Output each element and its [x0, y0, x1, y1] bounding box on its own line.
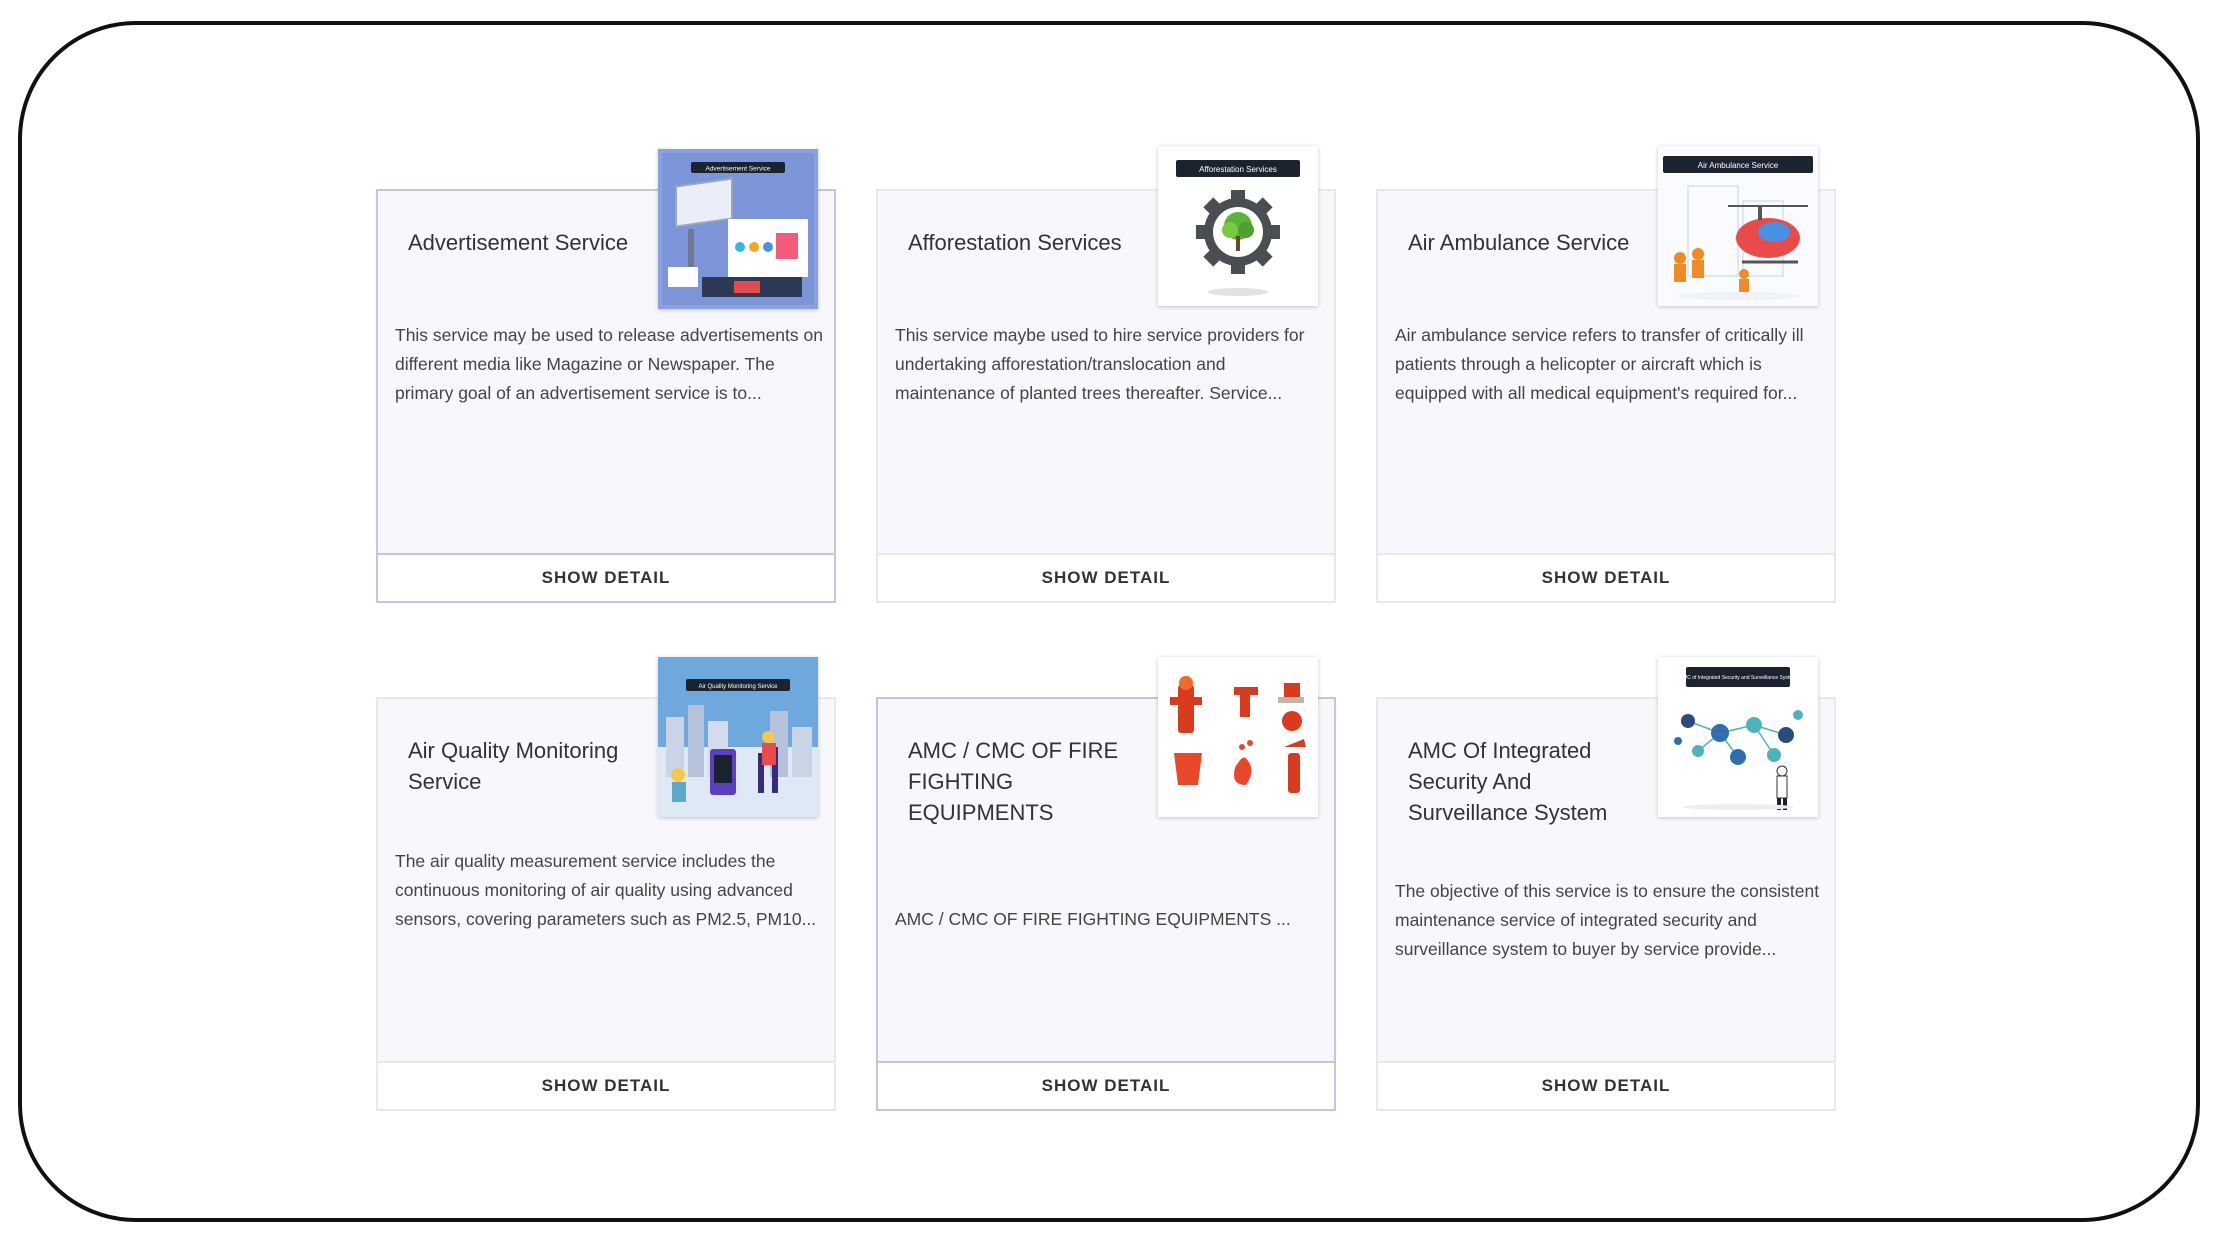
service-description: AMC / CMC OF FIRE FIGHTING EQUIPMENTS ..… [895, 909, 1291, 929]
show-detail-button[interactable]: SHOW DETAIL [876, 553, 1336, 603]
service-title: Afforestation Services [908, 230, 1122, 255]
city-air-monitor-icon: Air Quality Monitoring Service [658, 657, 818, 817]
show-detail-button[interactable]: SHOW DETAIL [876, 1061, 1336, 1111]
fire-fighting-service-image [1158, 657, 1318, 817]
service-title: AMC / CMC OF FIRE FIGHTING EQUIPMENTS [908, 738, 1119, 825]
helicopter-icon: Air Ambulance Service [1658, 146, 1818, 306]
svg-text:AMC of Integrated Security and: AMC of Integrated Security and Surveilla… [1680, 675, 1796, 681]
show-detail-button[interactable]: SHOW DETAIL [1376, 1061, 1836, 1111]
service-description: This service may be used to release adve… [395, 325, 823, 403]
fire-equipment-icon [1158, 657, 1318, 817]
show-detail-button[interactable]: SHOW DETAIL [376, 1061, 836, 1111]
svg-text:Air Quality Monitoring Service: Air Quality Monitoring Service [698, 684, 778, 690]
air-quality-service-image: Air Quality Monitoring Service [658, 657, 818, 817]
svg-text:Air Ambulance Service: Air Ambulance Service [1698, 161, 1779, 170]
service-description: The objective of this service is to ensu… [1395, 881, 1820, 959]
svg-text:Afforestation Services: Afforestation Services [1199, 165, 1277, 174]
billboard-advertisement-icon: Advertisement Service [658, 149, 818, 309]
show-detail-button[interactable]: SHOW DETAIL [376, 553, 836, 603]
security-surveillance-service-image: AMC of Integrated Security and Surveilla… [1658, 657, 1818, 817]
service-description: The air quality measurement service incl… [395, 851, 817, 929]
service-title: Advertisement Service [408, 230, 629, 255]
security-network-icon: AMC of Integrated Security and Surveilla… [1658, 657, 1818, 817]
afforestation-service-image: Afforestation Services [1158, 146, 1318, 306]
service-title: Air Ambulance Service [1408, 230, 1630, 255]
page-frame: Advertisement Service This service may b… [18, 21, 2200, 1222]
show-detail-button[interactable]: SHOW DETAIL [1376, 553, 1836, 603]
service-title: Air Quality Monitoring Service [408, 738, 619, 794]
advertisement-service-image: Advertisement Service [658, 149, 818, 309]
svg-text:Advertisement Service: Advertisement Service [705, 166, 770, 173]
air-ambulance-service-image: Air Ambulance Service [1658, 146, 1818, 306]
service-title: AMC Of Integrated Security And Surveilla… [1408, 738, 1608, 825]
service-description: This service maybe used to hire service … [895, 325, 1305, 403]
tree-gear-icon: Afforestation Services [1176, 160, 1300, 296]
service-description: Air ambulance service refers to transfer… [1395, 325, 1804, 403]
